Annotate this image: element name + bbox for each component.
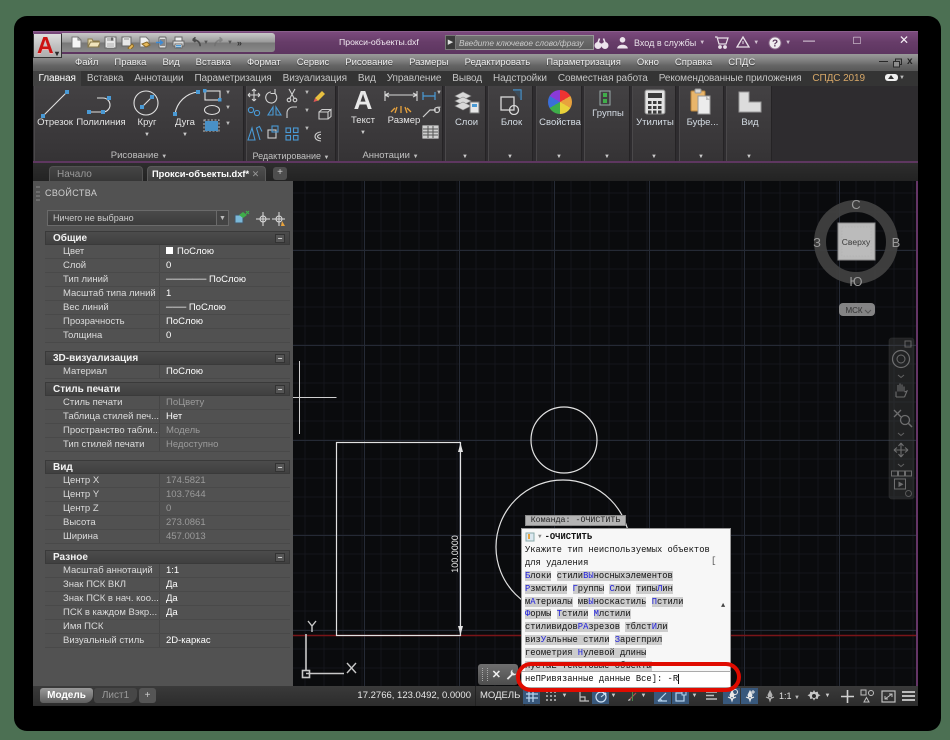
svg-text:МСК: МСК xyxy=(845,306,862,315)
svg-text:100.0000: 100.0000 xyxy=(450,535,460,573)
svg-text:Ю: Ю xyxy=(849,274,862,289)
svg-text:З: З xyxy=(813,235,821,250)
svg-text:?: ? xyxy=(772,38,778,49)
svg-text:В: В xyxy=(892,235,901,250)
svg-text:С: С xyxy=(851,197,860,212)
svg-text:Сверху: Сверху xyxy=(842,237,871,247)
